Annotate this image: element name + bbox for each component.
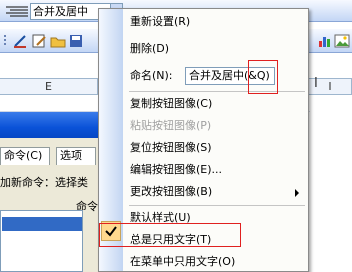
save-icon[interactable] [68,33,84,49]
tab-commands[interactable]: 命令(C) [0,147,50,165]
column-header-e[interactable]: E [0,78,98,95]
sheet-area [310,96,352,272]
highlight-box-hotkey [248,60,278,94]
tab-options[interactable]: 选项 [56,147,96,165]
highlight-box-text-only [99,223,241,247]
menu-item-paste-image: 粘贴按钮图像(P) [130,119,212,132]
menu-item-reset-image[interactable]: 复位按钮图像(S) [99,137,308,158]
folder-icon[interactable] [50,33,66,49]
menu-item-text-only-in-menus[interactable]: 在菜单中只用文字(O) [99,251,308,272]
menu-item-reset[interactable]: 重新设置(R) [99,11,308,32]
categories-list[interactable] [0,210,83,272]
chart-icon[interactable] [317,33,333,49]
submenu-arrow-icon [295,189,299,197]
dialog-titlebar [0,112,98,138]
add-command-text: 加新命令：选择类 [0,176,88,189]
menu-item-delete[interactable]: 删除(D) [99,38,308,59]
pen-icon[interactable] [12,33,28,49]
menu-item-copy-image[interactable]: 复制按钮图像(C) [99,93,308,114]
list-item[interactable] [2,217,82,231]
menu-separator [129,91,305,92]
edit-icon[interactable] [31,33,47,49]
name-label: 命名(N): [130,69,173,82]
menu-item-edit-image[interactable]: 编辑按钮图像(E)... [99,159,308,180]
picture-icon[interactable] [334,33,350,49]
text-cursor-icon: I [314,76,318,91]
menu-item-change-image[interactable]: 更改按钮图像(B) [99,181,308,202]
menu-separator [129,205,305,206]
